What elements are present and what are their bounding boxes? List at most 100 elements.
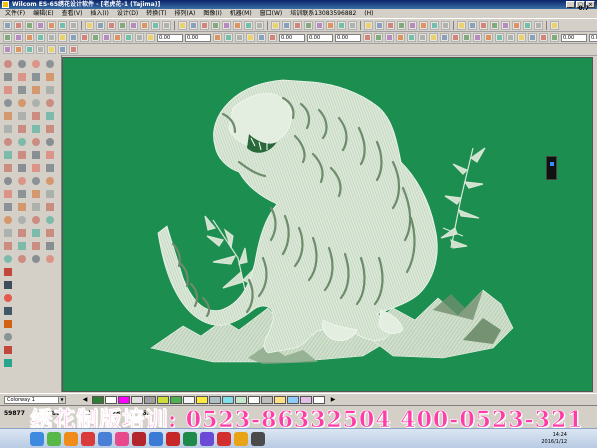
stitch-type-button[interactable]: [69, 21, 78, 30]
palette-tool-button[interactable]: [3, 319, 13, 329]
palette-tool-button[interactable]: [17, 254, 27, 264]
palette-tool-button[interactable]: [45, 228, 55, 238]
palette-tool-button[interactable]: [17, 85, 27, 95]
tool-button[interactable]: [224, 33, 233, 42]
taskbar-app-icon[interactable]: [132, 432, 146, 446]
palette-tool-button[interactable]: [3, 163, 13, 173]
palette-tool-button[interactable]: [45, 137, 55, 147]
thread-swatch[interactable]: [235, 396, 247, 404]
taskbar-app-icon[interactable]: [234, 432, 248, 446]
tool-button[interactable]: [550, 33, 559, 42]
stitch-type-button[interactable]: [534, 21, 543, 30]
thread-swatch[interactable]: [287, 396, 299, 404]
palette-tool-button[interactable]: [3, 189, 13, 199]
palette-tool-button[interactable]: [3, 267, 13, 277]
toolbar-value-field[interactable]: 0.00: [307, 33, 333, 42]
taskbar-app-icon[interactable]: [166, 432, 180, 446]
palette-tool-button[interactable]: [31, 59, 41, 69]
tool-button[interactable]: [246, 33, 255, 42]
tool-button[interactable]: [517, 33, 526, 42]
tool-button[interactable]: [124, 33, 133, 42]
palette-tool-button[interactable]: [3, 254, 13, 264]
tool-button[interactable]: [80, 33, 89, 42]
select-tool-button[interactable]: [36, 45, 45, 54]
palette-tool-button[interactable]: [31, 98, 41, 108]
palette-tool-button[interactable]: [3, 59, 13, 69]
taskbar-app-icon[interactable]: [30, 432, 44, 446]
palette-tool-button[interactable]: [45, 202, 55, 212]
palette-tool-button[interactable]: [17, 150, 27, 160]
palette-tool-button[interactable]: [31, 254, 41, 264]
palette-tool-button[interactable]: [45, 215, 55, 225]
thread-swatch[interactable]: [131, 396, 143, 404]
stitch-type-button[interactable]: [512, 21, 521, 30]
palette-tool-button[interactable]: [3, 111, 13, 121]
tool-button[interactable]: [102, 33, 111, 42]
palette-tool-button[interactable]: [3, 280, 13, 290]
swatch-scroll-right-icon[interactable]: ▶: [330, 396, 336, 404]
menu-edit[interactable]: 编辑(E): [30, 9, 56, 18]
menu-image[interactable]: 图像(I): [200, 9, 224, 18]
palette-tool-button[interactable]: [17, 59, 27, 69]
palette-tool-button[interactable]: [31, 215, 41, 225]
taskbar-app-icon[interactable]: [64, 432, 78, 446]
palette-tool-button[interactable]: [31, 137, 41, 147]
select-tool-button[interactable]: [25, 45, 34, 54]
thread-swatch[interactable]: [105, 396, 117, 404]
stitch-type-button[interactable]: [348, 21, 357, 30]
select-tool-button[interactable]: [14, 45, 23, 54]
tool-button[interactable]: [14, 33, 23, 42]
stitch-type-button[interactable]: [140, 21, 149, 30]
swatch-scroll-left-icon[interactable]: ◀: [82, 396, 88, 404]
stitch-type-button[interactable]: [419, 21, 428, 30]
palette-tool-button[interactable]: [17, 111, 27, 121]
stitch-type-button[interactable]: [255, 21, 264, 30]
menu-arrange[interactable]: 排列(A): [172, 9, 199, 18]
tool-button[interactable]: [91, 33, 100, 42]
stitch-type-button[interactable]: [326, 21, 335, 30]
stitch-type-button[interactable]: [3, 21, 12, 30]
tool-button[interactable]: [47, 33, 56, 42]
palette-tool-button[interactable]: [3, 228, 13, 238]
tool-button[interactable]: [363, 33, 372, 42]
stitch-type-button[interactable]: [441, 21, 450, 30]
palette-tool-button[interactable]: [3, 72, 13, 82]
taskbar-app-icon[interactable]: [251, 432, 265, 446]
palette-tool-button[interactable]: [3, 124, 13, 134]
palette-tool-button[interactable]: [31, 124, 41, 134]
stitch-type-button[interactable]: [25, 21, 34, 30]
palette-tool-button[interactable]: [3, 98, 13, 108]
taskbar-app-icon[interactable]: [115, 432, 129, 446]
stitch-type-button[interactable]: [315, 21, 324, 30]
tool-button[interactable]: [213, 33, 222, 42]
tool-button[interactable]: [268, 33, 277, 42]
tool-button[interactable]: [407, 33, 416, 42]
tool-button[interactable]: [440, 33, 449, 42]
toolbar-value-field[interactable]: 0.00: [157, 33, 183, 42]
thread-swatch[interactable]: [92, 396, 104, 404]
thread-swatch[interactable]: [300, 396, 312, 404]
stitch-type-button[interactable]: [337, 21, 346, 30]
stitch-type-button[interactable]: [468, 21, 477, 30]
stitch-type-button[interactable]: [523, 21, 532, 30]
palette-tool-button[interactable]: [3, 150, 13, 160]
stitch-type-button[interactable]: [501, 21, 510, 30]
palette-tool-button[interactable]: [45, 124, 55, 134]
thread-swatch[interactable]: [144, 396, 156, 404]
tool-button[interactable]: [257, 33, 266, 42]
select-tool-button[interactable]: [47, 45, 56, 54]
thread-swatch[interactable]: [209, 396, 221, 404]
thread-swatch[interactable]: [261, 396, 273, 404]
palette-tool-button[interactable]: [17, 176, 27, 186]
stitch-type-button[interactable]: [550, 21, 559, 30]
palette-tool-button[interactable]: [17, 137, 27, 147]
menu-training-contact[interactable]: 培训联系13083596882: [287, 9, 359, 18]
stitch-type-button[interactable]: [304, 21, 313, 30]
palette-tool-button[interactable]: [17, 72, 27, 82]
tool-button[interactable]: [146, 33, 155, 42]
palette-tool-button[interactable]: [3, 137, 13, 147]
vertical-scrollbar[interactable]: [593, 57, 597, 392]
tool-button[interactable]: [528, 33, 537, 42]
colorway-select[interactable]: Colorway 1 ▼: [4, 396, 66, 404]
stitch-type-button[interactable]: [364, 21, 373, 30]
